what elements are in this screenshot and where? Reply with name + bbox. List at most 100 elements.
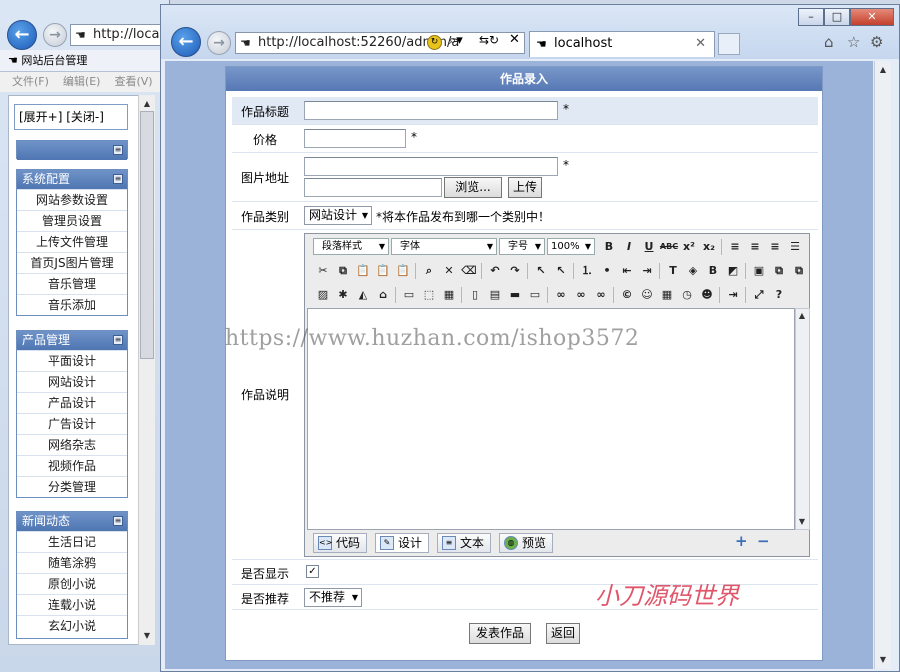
scroll-up-icon[interactable]: ▲	[795, 309, 809, 323]
align-right-icon[interactable]: ≡	[765, 237, 785, 257]
sidebar-item[interactable]: 音乐管理	[17, 273, 127, 294]
back-button[interactable]: 返回	[546, 623, 580, 644]
group-title[interactable]: 系统配置 ≡	[17, 170, 127, 189]
insert-form-icon[interactable]: ▭	[525, 285, 545, 305]
sidebar-item[interactable]: 随笔涂鸦	[17, 552, 127, 573]
sidebar-item[interactable]: 网络杂志	[17, 434, 127, 455]
align-justify-icon[interactable]: ☰	[785, 237, 805, 257]
tab-code[interactable]: <> 代码	[313, 533, 368, 553]
menu-file[interactable]: 文件(F)	[12, 75, 49, 88]
insert-image-icon[interactable]: ▨	[313, 285, 333, 305]
outdent-icon[interactable]: ⇤	[617, 261, 637, 281]
shrink-minus-icon[interactable]: −	[757, 532, 770, 550]
stop-icon[interactable]: ✕	[509, 32, 520, 47]
forward-arrow-icon[interactable]: →	[207, 31, 231, 55]
close-icon[interactable]: ✕	[850, 8, 894, 26]
special-char-icon[interactable]: ©	[617, 285, 637, 305]
back-arrow-icon[interactable]: ←	[7, 20, 37, 50]
insert-link-icon[interactable]: ∞	[551, 285, 571, 305]
insert-anchor-icon[interactable]: ⌂	[373, 285, 393, 305]
eraser-icon[interactable]: ⌫	[459, 261, 479, 281]
back-arrow-icon[interactable]: ←	[171, 27, 201, 57]
address-bar[interactable]: ☚ http://localhost	[70, 24, 170, 46]
insert-grid-icon[interactable]: ▦	[439, 285, 459, 305]
text-color-icon[interactable]: T	[663, 261, 683, 281]
sidebar-item[interactable]: 原创小说	[17, 573, 127, 594]
search-icon[interactable]: ⌕▾	[449, 33, 463, 48]
subscript-icon[interactable]: x₂	[699, 237, 719, 257]
sidebar-item[interactable]: 广告设计	[17, 413, 127, 434]
collapse-icon[interactable]: ≡	[113, 145, 123, 155]
select-all-icon[interactable]: ↖	[551, 261, 571, 281]
format-combo[interactable]: 段落样式 ▼	[313, 238, 389, 255]
insert-page-icon[interactable]: ▯	[465, 285, 485, 305]
underline-icon[interactable]: U	[639, 237, 659, 257]
collapse-icon[interactable]: ≡	[113, 174, 123, 184]
insert-flash-icon[interactable]: ✱	[333, 285, 353, 305]
select-cursor-icon[interactable]: ↖	[531, 261, 551, 281]
file-path-input[interactable]	[304, 178, 442, 197]
active-tab[interactable]: ☚ localhost ✕	[529, 31, 715, 57]
superscript-icon[interactable]: x²	[679, 237, 699, 257]
page-scrollbar[interactable]: ▲ ▼	[874, 61, 891, 669]
delete-icon[interactable]: ✕	[439, 261, 459, 281]
sidebar-item[interactable]: 管理员设置	[17, 210, 127, 231]
align-center-icon[interactable]: ≡	[745, 237, 765, 257]
italic-icon[interactable]: I	[619, 237, 639, 257]
menu-edit[interactable]: 编辑(E)	[63, 75, 101, 88]
home-icon[interactable]: ⌂	[824, 33, 834, 51]
contrast-icon[interactable]: ◩	[723, 261, 743, 281]
expand-plus-icon[interactable]: +	[735, 532, 748, 550]
tab-design[interactable]: ✎ 设计	[375, 533, 430, 553]
editor-scrollbar[interactable]: ▲ ▼	[795, 308, 810, 530]
refresh-icon[interactable]: ⇆↻	[479, 33, 499, 47]
collapse-icon[interactable]: ≡	[113, 335, 123, 345]
group-title[interactable]: 产品管理 ≡	[17, 331, 127, 350]
scroll-down-icon[interactable]: ▼	[795, 515, 809, 529]
insert-table-icon[interactable]: ▭	[399, 285, 419, 305]
link-icon[interactable]: ∞	[591, 285, 611, 305]
new-tab-button[interactable]	[718, 33, 740, 55]
scroll-down-icon[interactable]: ▼	[875, 653, 891, 667]
sidebar-item[interactable]: 音乐添加	[17, 294, 127, 315]
font-combo[interactable]: 字体 ▼	[391, 238, 497, 255]
insert-date-icon[interactable]: ▦	[657, 285, 677, 305]
sidebar-item[interactable]: 玄幻小说	[17, 615, 127, 636]
sidebar-item[interactable]: 网站参数设置	[17, 189, 127, 210]
sidebar-scrollbar[interactable]: ▲ ▼	[138, 95, 155, 645]
gear-icon[interactable]: ⚙	[870, 33, 883, 51]
frame-icon[interactable]: ▣	[749, 261, 769, 281]
browse-button[interactable]: 浏览...	[444, 177, 502, 198]
indent-icon[interactable]: ⇥	[637, 261, 657, 281]
unlink-icon[interactable]: ∞	[571, 285, 591, 305]
strikethrough-icon[interactable]: ABC	[659, 237, 679, 257]
smiley-icon[interactable]: ☻	[697, 285, 717, 305]
page-break-icon[interactable]: ⇥	[723, 285, 743, 305]
show-checkbox[interactable]: ✓	[306, 565, 319, 578]
sidebar-item[interactable]: 上传文件管理	[17, 231, 127, 252]
paste-icon[interactable]: 📋	[353, 261, 373, 281]
recommend-select[interactable]: 不推荐 ▼	[304, 588, 362, 607]
insert-div-icon[interactable]: ⬚	[419, 285, 439, 305]
copy-icon[interactable]: ⧉	[333, 261, 353, 281]
help-icon[interactable]: ?	[769, 285, 789, 305]
close-tab-icon[interactable]: ✕	[695, 32, 706, 56]
favorites-star-icon[interactable]: ☆	[847, 33, 860, 51]
back-tab[interactable]: ☚ 网站后台管理	[0, 50, 170, 72]
fill-color-icon[interactable]: ◈	[683, 261, 703, 281]
undo-icon[interactable]: ↶	[485, 261, 505, 281]
tab-preview[interactable]: ◍ 预览	[499, 533, 554, 553]
ordered-list-icon[interactable]: ⒈	[577, 261, 597, 281]
maximize-icon[interactable]: □	[824, 8, 850, 26]
fullscreen-icon[interactable]: ⤢	[749, 285, 769, 305]
insert-template-icon[interactable]: ▤	[485, 285, 505, 305]
bold-icon[interactable]: B	[599, 237, 619, 257]
cut-icon[interactable]: ✂	[313, 261, 333, 281]
layer-icon[interactable]: ⧉	[769, 261, 789, 281]
expand-collapse-links[interactable]: [展开+] [关闭-]	[14, 104, 128, 130]
compat-view-icon[interactable]: ↻	[427, 35, 442, 50]
zoom-combo[interactable]: 100% ▼	[547, 238, 595, 255]
image-url-input[interactable]	[304, 157, 558, 176]
submit-button[interactable]: 发表作品	[469, 623, 531, 644]
sidebar-item[interactable]: 视频作品	[17, 455, 127, 476]
